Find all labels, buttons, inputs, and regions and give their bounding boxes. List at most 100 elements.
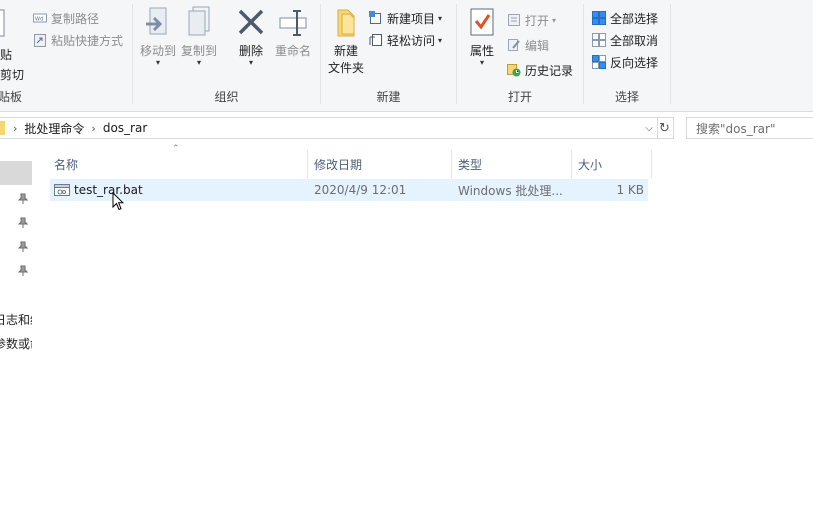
new-group: 新建 文件夹 新建项目 ▾ 轻松访问 ▾ 新建: [321, 0, 456, 111]
new-item-button[interactable]: 新建项目 ▾: [369, 8, 442, 28]
search-input[interactable]: 搜索"dos_rar": [686, 117, 813, 139]
properties-check-icon: [466, 6, 498, 38]
select-all-button[interactable]: 全部选择: [592, 8, 658, 28]
select-group-label: 选择: [614, 90, 639, 104]
invert-selection-icon: [592, 55, 606, 69]
mouse-cursor-icon: [112, 192, 124, 211]
cut-label: 剪切: [0, 67, 25, 82]
file-modified: 2020/4/9 12:01: [314, 183, 407, 197]
open-group-label: 打开: [507, 90, 532, 104]
paste-shortcut-button[interactable]: 粘贴快捷方式: [33, 30, 123, 50]
navigation-pane: 日志和维 参数或命: [0, 144, 32, 508]
column-header-size[interactable]: 大小: [572, 150, 652, 178]
column-header-modified[interactable]: 修改日期: [308, 150, 452, 178]
rename-button[interactable]: 重命名: [273, 6, 313, 59]
delete-button[interactable]: 删除 ▾: [234, 6, 268, 67]
select-none-button[interactable]: 全部取消: [592, 30, 658, 50]
open-button[interactable]: 打开 ▾: [507, 10, 556, 30]
new-item-dropdown-icon: ▾: [438, 13, 443, 23]
new-item-icon: [369, 11, 383, 25]
pin-icon[interactable]: [18, 217, 28, 229]
file-name[interactable]: test_rar.bat: [74, 179, 274, 201]
select-group: 全部选择 全部取消 反向选择 选择: [584, 0, 670, 111]
new-folder-label-line2: 文件夹: [327, 61, 364, 75]
invert-selection-label: 反向选择: [610, 55, 659, 70]
copy-to-button[interactable]: 复制到 ▾: [180, 6, 218, 67]
refresh-icon[interactable]: ↻: [656, 117, 674, 139]
properties-button[interactable]: 属性 ▾: [465, 6, 499, 67]
ribbon-separator: [670, 4, 671, 104]
edit-button[interactable]: 编辑: [507, 35, 549, 55]
copy-path-icon: Wd: [33, 11, 47, 25]
paste-shortcut-label: 粘贴快捷方式: [51, 33, 124, 48]
edit-icon: [507, 38, 521, 52]
rename-label: 重命名: [274, 44, 311, 58]
copy-to-icon: [183, 6, 215, 38]
easy-access-dropdown-icon: ▾: [438, 35, 443, 45]
nav-item-label[interactable]: 日志和维: [0, 311, 32, 328]
select-none-icon: [592, 33, 606, 47]
file-list: ⌃ 名称 修改日期 类型 大小 test_rar.bat 2020/4/9 12…: [48, 144, 813, 508]
delete-dropdown-icon: ▾: [248, 58, 253, 67]
new-group-label: 新建: [376, 90, 401, 104]
table-row[interactable]: test_rar.bat 2020/4/9 12:01 Windows 批处理.…: [50, 179, 648, 201]
nav-selected-item[interactable]: [0, 161, 32, 185]
new-folder-label-line1: 新建: [333, 44, 358, 58]
properties-label: 属性: [469, 44, 494, 58]
history-button[interactable]: 历史记录: [507, 60, 573, 80]
organize-group-label: 组织: [214, 90, 239, 104]
select-all-icon: [592, 11, 606, 25]
copy-to-dropdown-icon: ▾: [196, 58, 201, 67]
move-to-button[interactable]: 移动到 ▾: [139, 6, 177, 67]
new-folder-button[interactable]: 新建 文件夹: [325, 6, 367, 76]
breadcrumb-item[interactable]: 批处理命令: [19, 120, 89, 137]
column-header-name[interactable]: 名称: [48, 150, 308, 178]
move-to-dropdown-icon: ▾: [155, 58, 160, 67]
edit-label: 编辑: [525, 38, 550, 53]
paste-shortcut-icon: [33, 33, 47, 47]
file-type: Windows 批处理...: [458, 183, 563, 198]
folder-icon: [0, 121, 5, 135]
organize-group: 移动到 ▾ 复制到 ▾ 删除 ▾ 重命名 组织: [133, 0, 320, 111]
clipboard-group-label: 贴板: [0, 90, 23, 104]
paste-button[interactable]: 贴: [0, 6, 16, 62]
open-icon: [507, 13, 521, 27]
breadcrumb-item[interactable]: dos_rar: [98, 121, 152, 135]
open-group: 属性 ▾ 打开 ▾ 编辑 历史记录 打开: [457, 0, 583, 111]
pin-icon[interactable]: [18, 241, 28, 253]
chevron-right-icon: ›: [91, 121, 96, 135]
select-none-label: 全部取消: [610, 33, 659, 48]
delete-label: 删除: [238, 44, 263, 58]
chevron-right-icon: ›: [13, 121, 18, 135]
clipboard-icon: [0, 6, 10, 38]
open-label: 打开: [525, 13, 550, 28]
folder-icon: [330, 6, 362, 38]
copy-path-button[interactable]: Wd 复制路径: [33, 8, 99, 28]
properties-dropdown-icon: ▾: [479, 58, 484, 67]
rename-icon: [277, 6, 309, 38]
new-item-label: 新建项目: [387, 11, 436, 26]
easy-access-label: 轻松访问: [387, 33, 436, 48]
svg-text:Wd: Wd: [35, 17, 43, 23]
paste-label: 贴: [0, 48, 13, 62]
easy-access-button[interactable]: 轻松访问 ▾: [369, 30, 442, 50]
column-header-type[interactable]: 类型: [452, 150, 572, 178]
pin-icon[interactable]: [18, 193, 28, 205]
pin-icon[interactable]: [18, 265, 28, 277]
address-bar-area: › 批处理命令 › dos_rar ⌵ ↻ 搜索"dos_rar": [0, 112, 813, 144]
file-size: 1 KB: [616, 183, 644, 197]
clipboard-group: 贴 剪切 Wd 复制路径 粘贴快捷方式 贴板: [0, 0, 132, 111]
batch-file-icon: [54, 183, 70, 197]
select-all-label: 全部选择: [610, 11, 659, 26]
history-label: 历史记录: [525, 63, 574, 78]
history-icon: [507, 63, 521, 77]
easy-access-icon: [369, 33, 383, 47]
invert-selection-button[interactable]: 反向选择: [592, 52, 658, 72]
file-icon-cell: [54, 179, 72, 201]
cut-button[interactable]: 剪切: [0, 64, 24, 84]
copy-to-label: 复制到: [180, 44, 217, 58]
delete-x-icon: [235, 6, 267, 38]
nav-item-label[interactable]: 参数或命: [0, 335, 32, 352]
address-bar[interactable]: › 批处理命令 › dos_rar: [0, 117, 658, 139]
ribbon: 贴 剪切 Wd 复制路径 粘贴快捷方式 贴板 移动到 ▾ 复制到 ▾ 删除 ▾ …: [0, 0, 813, 112]
